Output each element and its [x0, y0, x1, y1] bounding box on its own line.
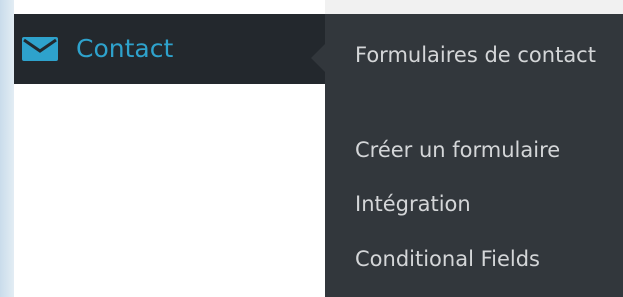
- submenu-item-conditional-fields[interactable]: Conditional Fields: [355, 244, 605, 274]
- submenu-item-create-form[interactable]: Créer un formulaire: [355, 135, 605, 165]
- contact-submenu: Formulaires de contact Créer un formulai…: [311, 14, 623, 297]
- sidebar-item-contact[interactable]: Contact: [14, 14, 325, 84]
- submenu-item-integration[interactable]: Intégration: [355, 189, 605, 219]
- header-overflow: [325, 0, 623, 14]
- sidebar-item-label: Contact: [76, 34, 174, 63]
- mail-icon: [22, 37, 58, 61]
- submenu-item-contact-forms[interactable]: Formulaires de contact: [355, 40, 605, 70]
- submenu-pointer: [311, 44, 325, 72]
- window-edge: [0, 0, 14, 297]
